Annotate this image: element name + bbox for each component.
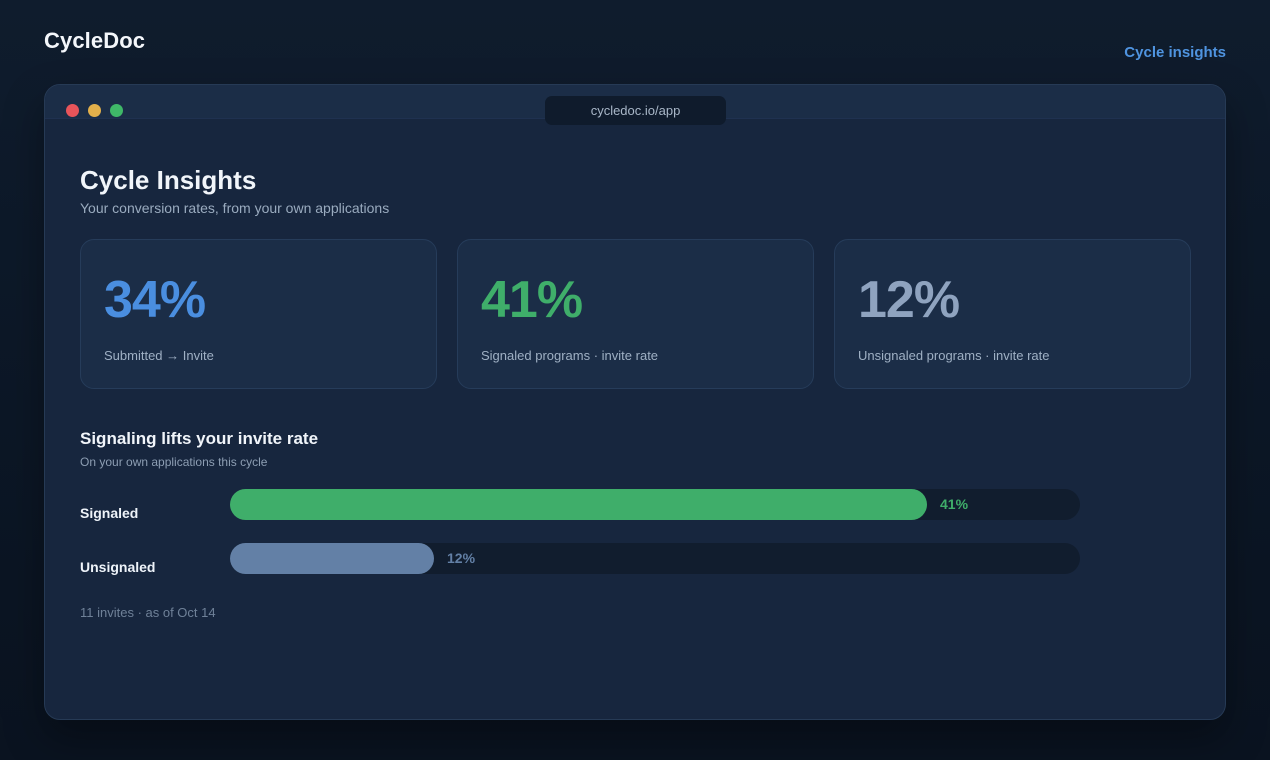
stat-label: Unsignaled programs · invite rate [858, 348, 1050, 363]
bar-value-unsignaled: 12% [447, 550, 476, 566]
comparison-subtitle: On your own applications this cycle [80, 455, 268, 469]
stat-value: 34% [104, 271, 206, 329]
maximize-dot-icon[interactable] [110, 104, 123, 117]
bar-track-signaled: 41% [230, 489, 1080, 520]
page-title: Cycle Insights [80, 165, 257, 195]
bar-value-signaled: 41% [940, 496, 969, 512]
minimize-dot-icon[interactable] [88, 104, 101, 117]
window-titlebar: cycledoc.io/app [45, 85, 1225, 125]
stat-card-submitted-invite: 34% Submitted → Invite [80, 239, 437, 389]
footnote: 11 invites · as of Oct 14 [80, 605, 216, 620]
bar-track-unsignaled: 12% [230, 543, 1080, 574]
stat-label: Submitted → Invite [104, 348, 214, 363]
insights-content: Cycle Insights Your conversion rates, fr… [45, 119, 1225, 719]
stat-card-signaled: 41% Signaled programs · invite rate [457, 239, 814, 389]
stat-value: 41% [481, 271, 583, 329]
bar-fill-unsignaled [230, 543, 434, 574]
stat-label: Signaled programs · invite rate [481, 348, 659, 363]
page-subtitle: Your conversion rates, from your own app… [80, 200, 390, 216]
comparison-title: Signaling lifts your invite rate [80, 429, 319, 448]
nav-link-cycle-insights[interactable]: Cycle insights [1124, 44, 1226, 61]
brand-logo: CycleDoc [44, 28, 146, 53]
stat-card-unsignaled: 12% Unsignaled programs · invite rate [834, 239, 1191, 389]
browser-window: cycledoc.io/app Cycle Insights Your conv… [44, 84, 1226, 720]
stat-value: 12% [858, 271, 960, 329]
close-dot-icon[interactable] [66, 104, 79, 117]
bar-label-signaled: Signaled [80, 505, 139, 521]
bar-fill-signaled [230, 489, 927, 520]
bar-label-unsignaled: Unsignaled [80, 559, 156, 575]
